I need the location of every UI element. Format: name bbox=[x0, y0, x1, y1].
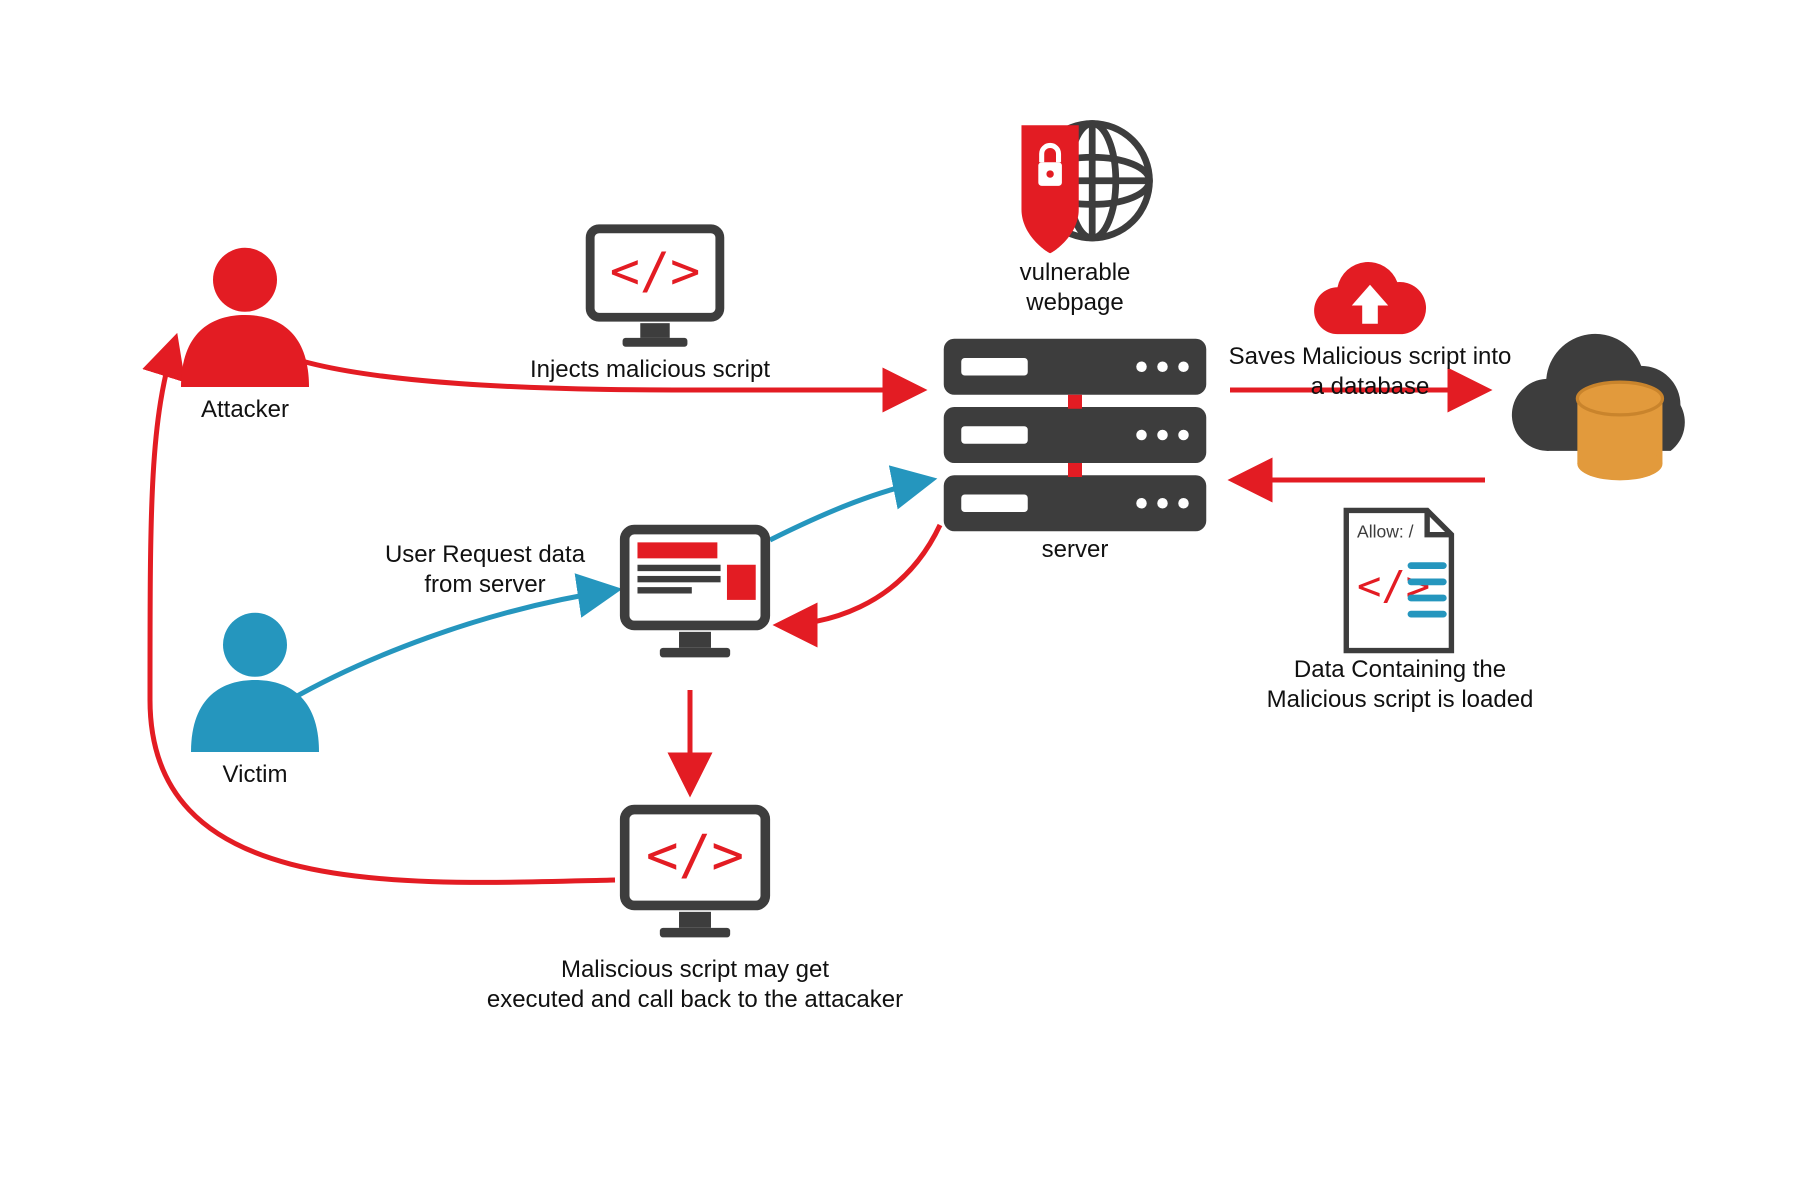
svg-text:</>: </> bbox=[610, 241, 700, 300]
shield-globe-icon bbox=[987, 105, 1157, 265]
cloud-db-node bbox=[1500, 320, 1730, 505]
code-monitor-1: </> bbox=[580, 220, 730, 365]
attacker-icon bbox=[165, 235, 325, 395]
server-icon bbox=[925, 330, 1225, 540]
data-load-label: Data Containing the Malicious script is … bbox=[1245, 655, 1555, 715]
victim-icon bbox=[175, 600, 335, 760]
allow-file-node: Allow: / </> bbox=[1330, 505, 1465, 665]
exec-label: Maliscious script may get executed and c… bbox=[460, 955, 930, 1015]
arrow-client-server bbox=[770, 480, 930, 540]
arrow-server-client bbox=[780, 525, 940, 625]
monitor-code-icon: </> bbox=[580, 220, 730, 360]
victim-node bbox=[175, 600, 335, 765]
client-monitor bbox=[615, 520, 775, 680]
user-request-label: User Request data from server bbox=[345, 540, 625, 600]
diagram-stage: Attacker Injects malicious script </> bbox=[0, 0, 1800, 1201]
attacker-node bbox=[165, 235, 325, 400]
browser-monitor-icon bbox=[615, 520, 775, 675]
svg-text:</>: </> bbox=[646, 824, 744, 887]
cloud-database-icon bbox=[1500, 320, 1730, 500]
server-node bbox=[925, 330, 1225, 545]
vulnerable-label: vulnerable webpage bbox=[965, 258, 1185, 318]
cloud-upload-icon bbox=[1305, 258, 1435, 353]
allow-file-text: Allow: / bbox=[1357, 521, 1414, 541]
attacker-label: Attacker bbox=[145, 395, 345, 425]
exec-monitor: </> bbox=[615, 800, 775, 960]
arrow-victim-client bbox=[290, 590, 615, 700]
victim-label: Victim bbox=[175, 760, 335, 790]
server-label: server bbox=[1025, 535, 1125, 565]
document-icon: Allow: / </> bbox=[1330, 505, 1465, 660]
monitor-code-icon-2: </> bbox=[615, 800, 775, 955]
vulnerable-shield-node bbox=[987, 105, 1157, 270]
save-db-label: Saves Malicious script into a database bbox=[1220, 342, 1520, 402]
